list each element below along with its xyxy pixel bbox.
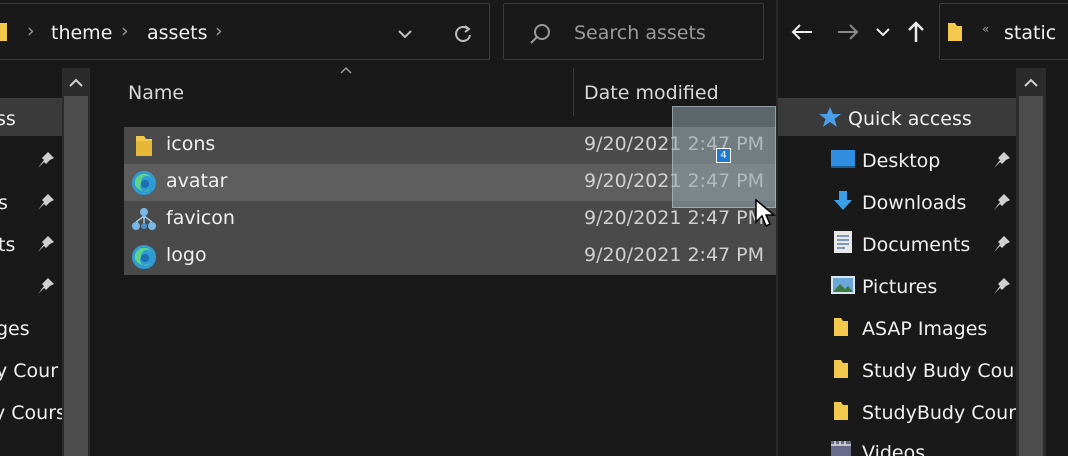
documents-icon [834, 231, 852, 253]
left-nav-pane: ss s ts ges y Cour y Cours [0, 68, 94, 456]
nav-item-asap-images[interactable]: ASAP Images [862, 318, 987, 340]
folder-icon [834, 360, 848, 378]
pin-icon[interactable] [992, 192, 1012, 212]
nav-item-videos[interactable]: Videos [862, 442, 925, 456]
pin-icon[interactable] [992, 276, 1012, 296]
search-input[interactable]: Search assets [574, 22, 706, 44]
edge-icon [132, 171, 156, 195]
nav-item[interactable]: ges [0, 318, 30, 340]
nav-item-documents[interactable]: Documents [862, 234, 970, 256]
address-bar[interactable]: › theme › assets › [0, 3, 490, 60]
breadcrumb-theme[interactable]: theme [51, 22, 112, 44]
sort-up-icon [340, 66, 352, 74]
pin-icon[interactable] [992, 150, 1012, 170]
chevron-down-icon[interactable] [397, 28, 413, 40]
folder-icon [834, 318, 848, 336]
overflow-chevron[interactable]: « [982, 22, 989, 36]
right-address-bar[interactable]: « static [939, 3, 1068, 60]
scroll-up-icon[interactable] [68, 78, 84, 88]
column-divider[interactable] [573, 68, 574, 116]
pin-icon[interactable] [36, 192, 56, 212]
download-icon [834, 191, 852, 210]
videos-icon [831, 441, 851, 456]
nav-item[interactable]: y Cours [0, 402, 66, 424]
folder-icon [834, 402, 848, 420]
nav-scrollbar-thumb[interactable] [64, 96, 88, 456]
column-header-name[interactable]: Name [128, 82, 184, 104]
scroll-up-icon[interactable] [1023, 78, 1039, 88]
file-name: logo [166, 244, 207, 266]
chevron-down-icon[interactable] [875, 26, 891, 38]
nav-item-downloads[interactable]: Downloads [862, 192, 966, 214]
address-static[interactable]: static [1004, 22, 1056, 44]
nav-item-study-budy-cour[interactable]: Study Budy Cour [862, 360, 1022, 382]
nav-item-desktop[interactable]: Desktop [862, 150, 940, 172]
search-icon [530, 24, 550, 44]
nav-item[interactable]: ts [0, 234, 15, 256]
nav-item[interactable]: y Cour [0, 360, 58, 382]
nav-item-pictures[interactable]: Pictures [862, 276, 937, 298]
forward-arrow-icon[interactable] [836, 22, 860, 42]
file-name: favicon [166, 207, 235, 229]
pin-icon[interactable] [992, 234, 1012, 254]
file-row-logo[interactable]: logo 9/20/2021 2:47 PM [124, 238, 776, 275]
file-name: icons [166, 133, 216, 155]
chevron-right-icon: › [27, 20, 35, 42]
file-date: 9/20/2021 2:47 PM [584, 207, 765, 229]
chevron-right-icon: › [121, 20, 129, 42]
up-arrow-icon[interactable] [906, 20, 926, 44]
pin-icon[interactable] [36, 234, 56, 254]
refresh-icon[interactable] [453, 24, 473, 44]
network-icon [132, 208, 156, 230]
right-nav-pane: Quick access Desktop Downloads Documents… [778, 68, 1068, 456]
nav-item-quick-access[interactable]: Quick access [848, 108, 972, 130]
chevron-right-icon: › [215, 20, 223, 42]
nav-item-quick-access[interactable]: ss [0, 108, 16, 130]
breadcrumb-assets[interactable]: assets [147, 22, 207, 44]
search-box[interactable]: Search assets [503, 3, 764, 60]
pictures-icon [831, 276, 855, 294]
edge-icon [132, 245, 156, 269]
mouse-cursor-icon [755, 198, 776, 228]
column-header-date[interactable]: Date modified [584, 82, 719, 104]
drag-count-badge: 4 [716, 148, 731, 163]
right-nav-scrollbar-thumb[interactable] [1019, 96, 1043, 456]
file-date: 9/20/2021 2:47 PM [584, 244, 765, 266]
pin-icon[interactable] [36, 276, 56, 296]
back-arrow-icon[interactable] [790, 22, 814, 42]
folder-icon [0, 23, 7, 41]
folder-icon [136, 136, 152, 156]
nav-item-studybudy-cours[interactable]: StudyBudy Cours [862, 402, 1026, 424]
file-name: avatar [166, 170, 228, 192]
star-icon [819, 107, 841, 127]
pin-icon[interactable] [36, 150, 56, 170]
folder-icon [948, 23, 962, 41]
desktop-icon [831, 150, 855, 168]
nav-item[interactable]: s [0, 192, 8, 214]
